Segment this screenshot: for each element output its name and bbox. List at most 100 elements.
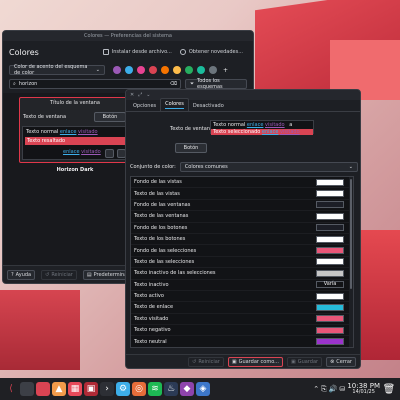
more-icon[interactable]: + [223,67,228,74]
clipboard-icon[interactable]: ⎘ [321,385,327,394]
accent-swatch[interactable] [185,66,193,74]
reset-button[interactable]: ↺ Reiniciar [188,356,224,367]
color-set-combo[interactable]: Colores comunes ⌄ [179,162,358,172]
accent-swatch[interactable] [137,66,145,74]
color-swatch-button[interactable] [316,178,344,186]
filter-combo[interactable]: ⏷ Todos los esquemas [185,78,247,90]
preview-badge: a [289,122,293,128]
scrollbar-thumb[interactable] [350,179,352,289]
console-icon[interactable]: › [100,382,114,396]
tab-disabled[interactable]: Desactivado [189,101,228,111]
chevron-down-icon: ⌄ [95,67,100,73]
accent-swatch[interactable] [161,66,169,74]
edit-scheme-dialog: ✕ ⤢ ⌄ Opciones Colores Desactivado Texto… [125,89,361,369]
trash-icon[interactable]: 🗑 [382,382,396,396]
color-row[interactable]: Texto visitado [131,314,353,326]
accent-swatch[interactable] [125,66,133,74]
color-row-label: Texto activo [134,293,164,300]
color-row[interactable]: Fondo de las vistas [131,177,353,189]
color-row[interactable]: Texto de enlace [131,302,353,314]
color-row[interactable]: Texto de las vistas [131,188,353,200]
color-row[interactable]: Texto negativo [131,325,353,337]
browser-icon[interactable]: ◎ [132,382,146,396]
color-row[interactable]: Fondo de las ventanas [131,200,353,212]
reset-label: Reiniciar [198,358,220,365]
paint-icon[interactable]: ◈ [196,382,210,396]
clock[interactable]: 10:38 PM 14/01/25 [347,383,380,396]
install-label: Instalar desde archivo... [111,49,172,55]
install-from-file-button[interactable]: Instalar desde archivo... [99,49,176,55]
color-swatch-button[interactable] [316,247,344,255]
get-new-button[interactable]: Obtener novedades... [176,49,247,55]
scheme-preview[interactable]: Título de la ventana Texto de ventana Bo… [19,97,131,163]
color-row[interactable]: Fondo de las selecciones [131,245,353,257]
color-swatch-button[interactable] [316,201,344,209]
color-row[interactable]: Texto de las selecciones [131,257,353,269]
preview-selected-line: Texto seleccionado enlace visitado [211,129,313,135]
color-row[interactable]: Texto inactivo Varía [131,280,353,291]
pdf-icon[interactable]: ▣ [84,382,98,396]
accent-swatch[interactable] [149,66,157,74]
color-swatch-button[interactable] [316,338,344,346]
network-icon[interactable]: ⛁ [339,385,345,393]
accent-swatch[interactable] [209,66,217,74]
steam-icon[interactable]: ♨ [164,382,178,396]
preview-sel-link: enlace [261,129,279,135]
color-row[interactable]: Texto de los botones [131,234,353,246]
window-titlebar[interactable]: Colores — Preferencias del sistema [3,31,253,41]
accent-swatch[interactable] [173,66,181,74]
folder-icon[interactable]: ▲ [52,382,66,396]
image-viewer-icon[interactable]: ◆ [180,382,194,396]
preview-sel-visited: visitado [81,149,101,155]
tab-options[interactable]: Opciones [129,101,160,111]
store-icon[interactable]: ▦ [68,382,82,396]
volume-icon[interactable]: 🔊 [329,385,338,393]
color-swatch-button[interactable] [316,269,344,277]
edit-scheme-button[interactable] [105,149,114,158]
accent-swatch[interactable] [197,66,205,74]
scrollbar[interactable] [349,177,353,347]
color-swatch-button[interactable]: Varía [316,281,344,289]
help-button[interactable]: ? Ayuda [7,269,36,280]
color-row[interactable]: Texto neutral [131,336,353,347]
minimize-icon[interactable]: ⌄ [146,92,150,98]
save-icon: ▣ [231,358,237,365]
expand-icon[interactable]: ⤢ [138,92,142,98]
color-swatch-button[interactable] [316,224,344,232]
preview-selected-text: Texto seleccionado [213,129,261,135]
search-input[interactable]: ⌕ horizon ⌫ [9,79,181,89]
color-swatch-button[interactable] [316,258,344,266]
accent-swatches [113,66,217,74]
color-swatch-button[interactable] [316,303,344,311]
settings-icon[interactable]: ⚙ [116,382,130,396]
color-row[interactable]: Fondo de los botones [131,223,353,234]
tray-up-arrow-icon[interactable]: ⌃ [313,385,319,393]
color-swatch-button[interactable] [316,292,344,300]
color-row[interactable]: Texto activo [131,291,353,303]
tab-colors[interactable]: Colores [160,98,189,111]
color-row[interactable]: Texto de las ventanas [131,211,353,223]
close-button[interactable]: ⊗ Cerrar [326,356,356,367]
color-swatch-button[interactable] [316,326,344,334]
color-swatch-button[interactable] [316,212,344,220]
preview-normal-line: Texto normal enlace visitado [26,129,98,135]
accent-combo[interactable]: Color de acento del esquema de color ⌄ [9,64,105,76]
window-switcher-icon[interactable] [20,382,34,396]
color-row-label: Fondo de los botones [134,224,188,231]
reset-button[interactable]: ↺ Reiniciar [41,269,77,280]
color-swatch-button[interactable] [316,235,344,243]
colors-preview: Texto de ventana Texto normal enlace vis… [166,118,356,140]
terminal-icon[interactable] [36,382,50,396]
color-swatch-button[interactable] [316,190,344,198]
music-icon[interactable]: ≋ [148,382,162,396]
preview-sel-visited: visitado [280,129,300,135]
clear-icon[interactable]: ⌫ [170,81,177,87]
page-title: Colores [9,47,39,57]
app-launcher-icon[interactable]: ⟨ [4,382,18,396]
accent-swatch[interactable] [113,66,121,74]
save-as-button[interactable]: ▣ Guardar como... [227,356,283,367]
close-icon[interactable]: ✕ [130,92,134,98]
color-swatch-button[interactable] [316,315,344,323]
save-button[interactable]: ▣ Guardar [286,356,323,367]
color-row[interactable]: Texto inactivo de las selecciones [131,268,353,280]
